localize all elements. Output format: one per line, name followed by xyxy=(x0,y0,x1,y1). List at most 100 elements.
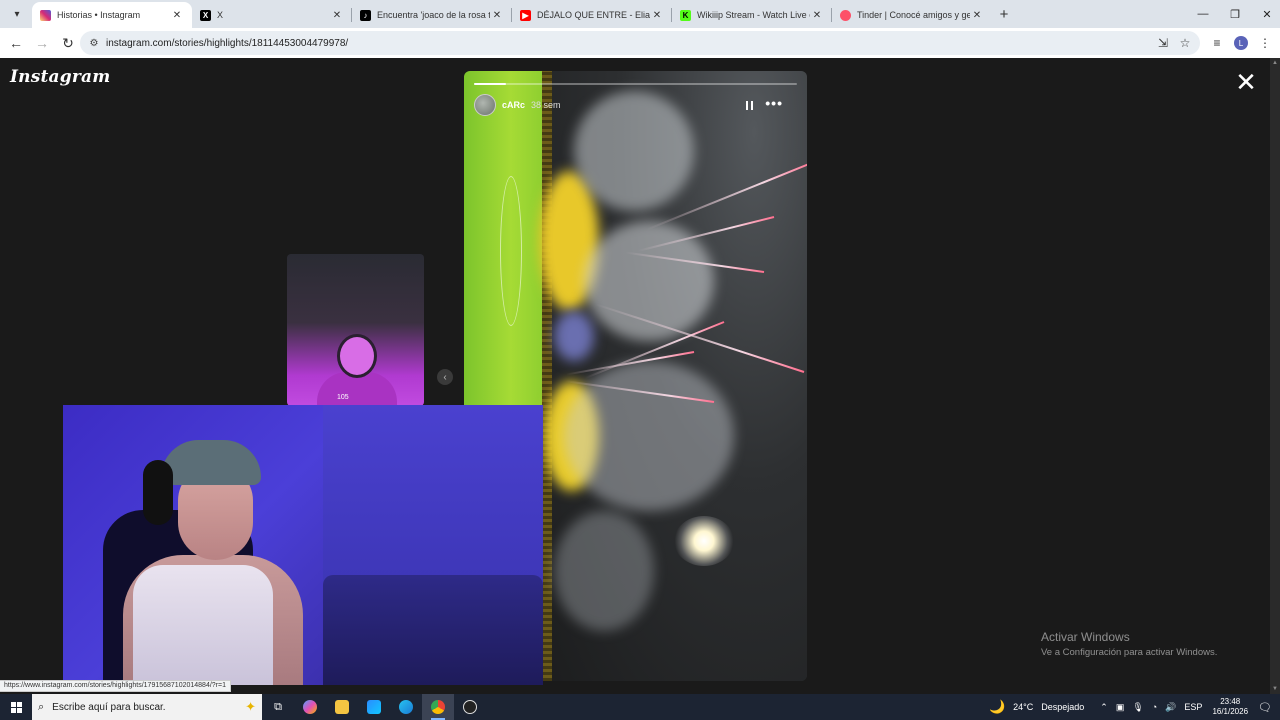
chevron-up-icon[interactable]: ⌃ xyxy=(1100,702,1108,713)
search-placeholder: Escribe aquí para buscar. xyxy=(52,701,166,713)
forward-button[interactable]: → xyxy=(30,31,54,55)
task-view-button[interactable]: ⧉ xyxy=(262,694,294,720)
browser-menu-button[interactable]: ⋮ xyxy=(1253,31,1277,55)
pause-button[interactable] xyxy=(741,97,757,113)
x-icon: X xyxy=(200,9,211,21)
tab-search-button[interactable]: ▾ xyxy=(4,3,30,25)
weather-temperature[interactable]: 24°C xyxy=(1013,702,1033,712)
preview-label: 105 xyxy=(337,394,349,401)
story-progress-bar xyxy=(474,83,797,85)
watermark-subtitle: Ve a Configuración para activar Windows. xyxy=(1041,647,1218,658)
tinder-icon xyxy=(840,9,851,21)
chrome-button[interactable] xyxy=(422,694,454,720)
wifi-icon[interactable]: ◔ xyxy=(1152,702,1157,712)
instagram-story-viewer: Instagram ✕ 105 ‹ cARc 38 sem ••• ▲ ▼ ht… xyxy=(0,58,1280,694)
folder-icon xyxy=(335,700,349,714)
plus-icon: + xyxy=(999,5,1009,23)
obs-button[interactable] xyxy=(454,694,486,720)
bookmark-star-icon[interactable]: ☆ xyxy=(1174,31,1196,55)
profile-button[interactable]: L xyxy=(1229,31,1253,55)
tab-instagram[interactable]: Historias • Instagram ✕ xyxy=(32,2,192,28)
weather-condition[interactable]: Despejado xyxy=(1041,702,1084,712)
close-icon[interactable]: ✕ xyxy=(170,10,184,21)
avatar[interactable] xyxy=(474,94,496,116)
obs-icon xyxy=(463,700,477,714)
clock[interactable]: 23:48 16/1/2026 xyxy=(1212,697,1248,717)
clock-time: 23:48 xyxy=(1220,697,1241,706)
camera-icon[interactable]: ▣ xyxy=(1116,702,1125,713)
stadium-light xyxy=(674,516,734,566)
windows-activation-watermark: Activar Windows Ve a Configuración para … xyxy=(1041,630,1217,658)
page-scrollbar[interactable]: ▲ ▼ xyxy=(1270,58,1280,694)
task-view-icon: ⧉ xyxy=(274,700,282,713)
avatar: L xyxy=(1234,36,1248,50)
copilot-sparkle-icon: ✦ xyxy=(245,699,256,714)
chevron-left-icon: ‹ xyxy=(443,371,447,383)
tab-x[interactable]: X X ✕ xyxy=(192,2,352,28)
close-story-button[interactable]: ✕ xyxy=(1234,69,1258,95)
tiktok-icon: ♪ xyxy=(360,9,371,21)
minimize-button[interactable]: — xyxy=(1186,0,1220,28)
webcam-overlay xyxy=(63,405,543,685)
back-button[interactable]: ← xyxy=(4,31,28,55)
new-tab-button[interactable]: + xyxy=(992,2,1016,26)
store-button[interactable] xyxy=(358,694,390,720)
windows-icon xyxy=(10,701,22,713)
copilot-icon xyxy=(303,700,317,714)
close-icon[interactable]: ✕ xyxy=(490,10,504,21)
close-icon[interactable]: ✕ xyxy=(330,10,344,21)
close-icon: ✕ xyxy=(1262,8,1272,21)
url-text[interactable]: instagram.com/stories/highlights/1811445… xyxy=(106,38,348,49)
tab-title: DÉJALO QUE ENTRE - Elian G (A xyxy=(537,10,650,20)
close-icon: ✕ xyxy=(1235,67,1257,97)
chevron-down-icon: ▾ xyxy=(14,8,20,20)
address-bar[interactable]: ⚙ instagram.com/stories/highlights/18114… xyxy=(80,31,1200,55)
previous-story-preview[interactable]: 105 xyxy=(287,254,424,406)
tab-title: Historias • Instagram xyxy=(57,10,141,20)
edge-button[interactable] xyxy=(390,694,422,720)
file-explorer-button[interactable] xyxy=(326,694,358,720)
site-info-icon[interactable]: ⚙ xyxy=(84,38,104,49)
tab-youtube[interactable]: ▶ DÉJALO QUE ENTRE - Elian G (A ✕ xyxy=(512,2,672,28)
microphone-icon[interactable]: 🎙 xyxy=(1132,702,1143,713)
taskbar-search[interactable]: ⌕ Escribe aquí para buscar. ✦ xyxy=(32,694,262,720)
tab-title: Wikiiip Stream - Watch Live on xyxy=(697,10,810,20)
close-icon[interactable]: ✕ xyxy=(970,10,984,21)
edge-icon xyxy=(399,700,413,714)
volume-icon[interactable]: 🔊 xyxy=(1165,702,1176,713)
youtube-icon: ▶ xyxy=(520,9,531,21)
kebab-menu-icon: ⋮ xyxy=(1259,36,1271,50)
playlist-icon: ≡ xyxy=(1213,36,1221,50)
story-username[interactable]: cARc xyxy=(502,100,525,110)
tab-tiktok[interactable]: ♪ Encuentra 'joaco de la rosa tem ✕ xyxy=(352,2,512,28)
notification-icon[interactable]: 🗨 xyxy=(1258,701,1272,714)
close-icon[interactable]: ✕ xyxy=(650,10,664,21)
tab-tinder[interactable]: Tinder | Conocé amigos y gente ✕ xyxy=(832,2,992,28)
start-button[interactable] xyxy=(0,694,32,720)
restore-button[interactable]: ❐ xyxy=(1218,0,1252,28)
install-app-icon[interactable]: ⇲ xyxy=(1152,31,1174,55)
close-icon[interactable]: ✕ xyxy=(810,10,824,21)
weather-icon[interactable]: 🌙 xyxy=(989,699,1005,715)
watermark-title: Activar Windows xyxy=(1041,630,1130,644)
close-window-button[interactable]: ✕ xyxy=(1250,0,1280,28)
tab-kick[interactable]: K Wikiiip Stream - Watch Live on ✕ xyxy=(672,2,832,28)
cap xyxy=(161,440,261,485)
reload-button[interactable]: ↻ xyxy=(56,31,80,55)
previous-story-button[interactable]: ‹ xyxy=(437,369,453,385)
story-header: cARc 38 sem ••• xyxy=(474,93,797,117)
arrow-right-icon: → xyxy=(35,35,49,51)
more-options-icon[interactable]: ••• xyxy=(765,95,783,111)
restore-icon: ❐ xyxy=(1230,8,1240,21)
copilot-button[interactable] xyxy=(294,694,326,720)
tab-title: X xyxy=(217,10,224,20)
reload-icon: ↻ xyxy=(62,34,74,51)
arrow-left-icon: ← xyxy=(9,35,23,51)
story-timestamp: 38 sem xyxy=(531,100,561,110)
store-icon xyxy=(367,700,381,714)
minimize-icon: — xyxy=(1197,8,1209,20)
instagram-logo[interactable]: Instagram xyxy=(10,67,110,87)
language-indicator[interactable]: ESP xyxy=(1184,702,1202,712)
media-controls-button[interactable]: ≡ xyxy=(1205,31,1229,55)
browser-toolbar: ← → ↻ ⚙ instagram.com/stories/highlights… xyxy=(0,28,1280,58)
